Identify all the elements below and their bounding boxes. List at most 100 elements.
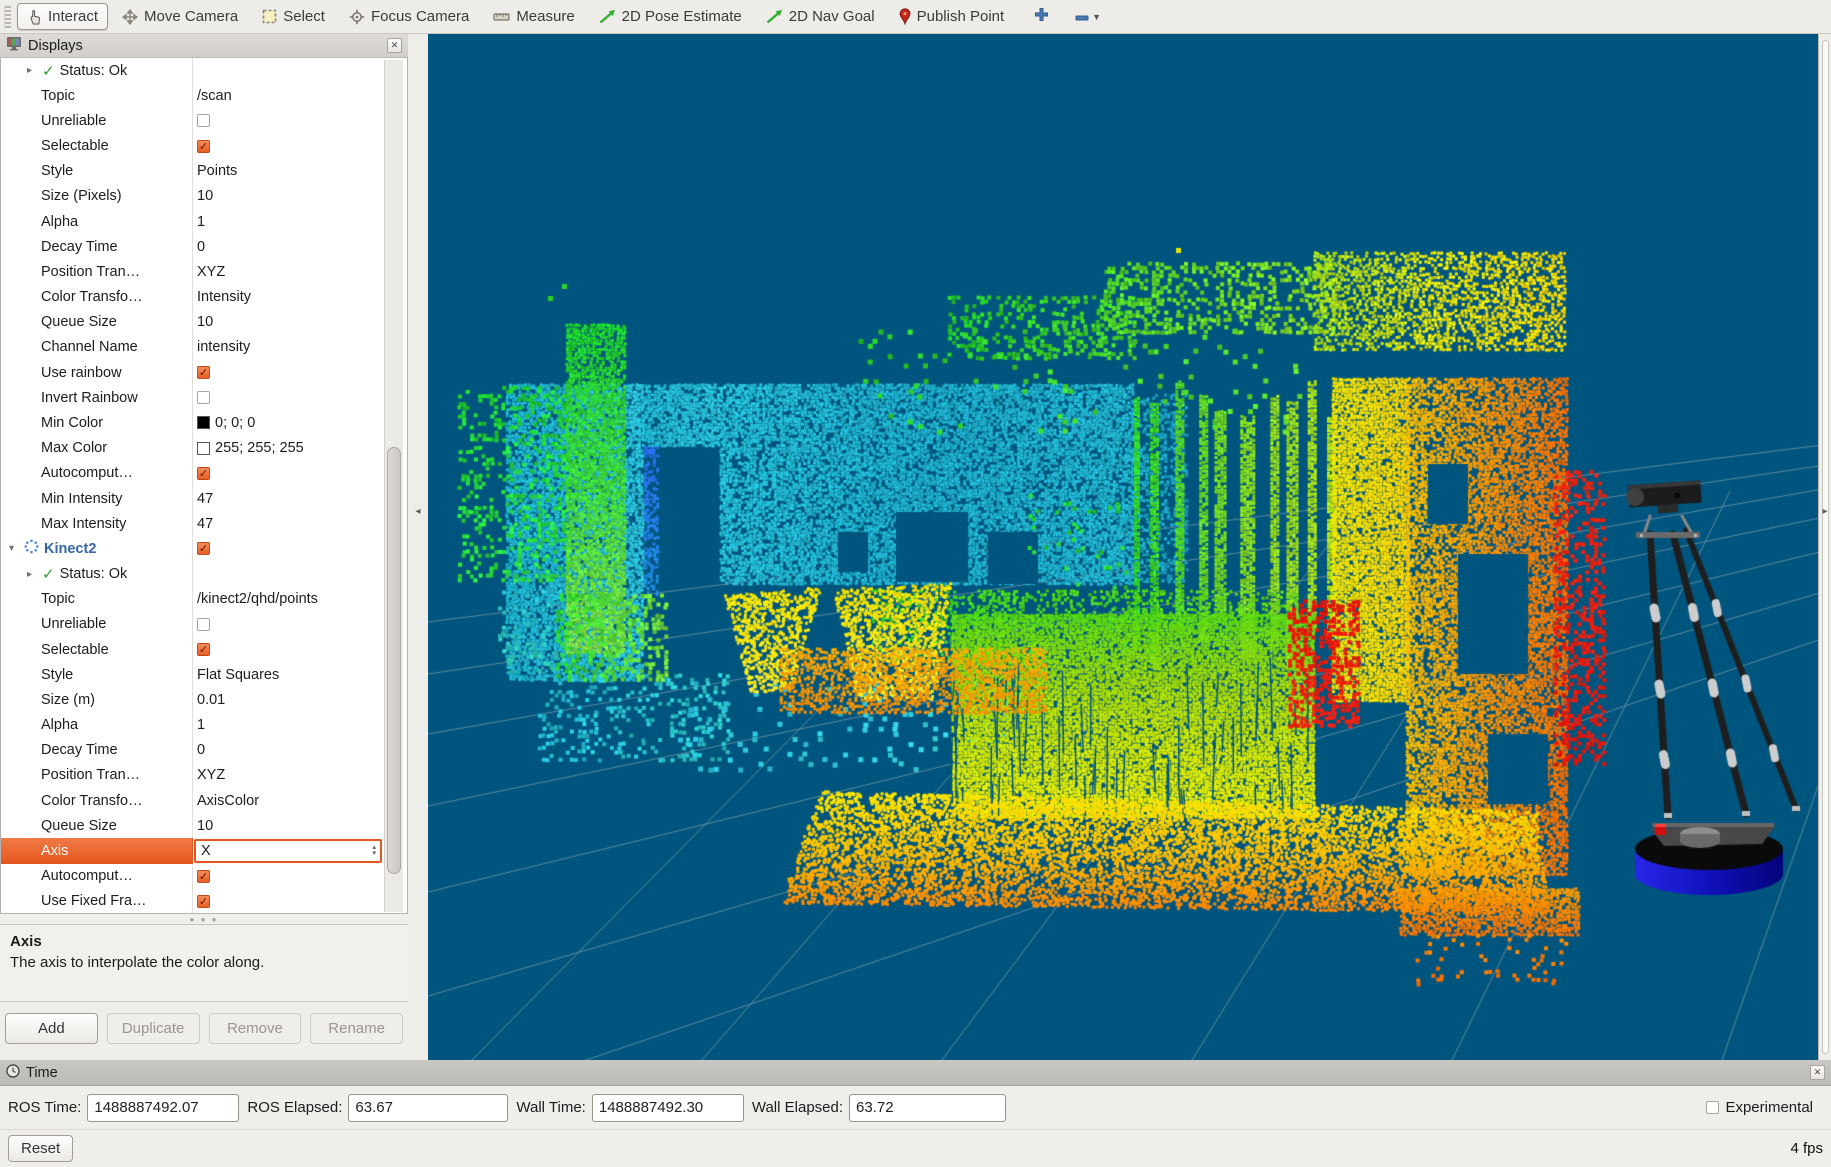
wall-elapsed-input[interactable] [849,1094,1006,1122]
property-label: Decay Time [41,742,118,758]
property-row-kinect2[interactable]: ▾Kinect2✓ [1,536,384,561]
property-row-topic[interactable]: Topic/kinect2/qhd/points [1,587,384,612]
property-value: /scan [197,88,232,104]
tool-move-camera[interactable]: Move Camera [112,3,248,30]
displays-panel-header[interactable]: Displays ✕ [0,34,408,58]
close-icon[interactable]: ✕ [387,38,402,53]
property-label: Autocomput… [41,868,133,884]
move-icon [122,9,138,25]
property-row-selectable[interactable]: Selectable ✓ [1,134,384,159]
property-row-style[interactable]: StyleFlat Squares [1,662,384,687]
property-row-unreliable[interactable]: Unreliable [1,108,384,133]
experimental-checkbox[interactable] [1706,1101,1719,1114]
property-row-position-tran[interactable]: Position Tran…XYZ [1,259,384,284]
property-row-min-color[interactable]: Min Color0; 0; 0 [1,410,384,435]
pin-icon [899,8,911,25]
panel-splitter-handle[interactable]: ● ● ● [0,914,408,924]
expander-right-icon[interactable]: ▸ [27,569,37,580]
property-label: Selectable [41,138,109,154]
property-value: 10 [197,188,213,204]
3d-viewport[interactable] [428,34,1818,1060]
color-swatch[interactable] [197,416,210,429]
ros-time-input[interactable] [87,1094,239,1122]
property-row-axis[interactable]: AxisX▴▾ [1,838,384,863]
axis-combo[interactable]: X▴▾ [194,839,382,862]
tool-2d-nav-goal[interactable]: 2D Nav Goal [756,3,885,30]
expander-right-icon[interactable]: ▸ [27,65,37,76]
right-viewport-splitter[interactable]: ▸ [1818,34,1831,1060]
property-row-size-m[interactable]: Size (m)0.01 [1,687,384,712]
tool-measure[interactable]: Measure [483,3,584,30]
wall-time-input[interactable] [592,1094,744,1122]
checkbox-unchecked[interactable] [197,618,210,631]
checkbox-checked[interactable]: ✓ [197,467,210,480]
add-tool-button[interactable] [1028,3,1055,31]
tool-select[interactable]: Select [252,3,335,30]
checkbox-checked[interactable]: ✓ [197,870,210,883]
checkbox-checked[interactable]: ✓ [197,140,210,153]
plus-icon [1034,7,1049,27]
tool-focus-camera[interactable]: Focus Camera [339,3,479,30]
left-viewport-splitter[interactable]: ◂ [408,34,428,1060]
remove-button[interactable]: Remove [209,1013,302,1044]
property-row-alpha[interactable]: Alpha1 [1,209,384,234]
property-row-queue-size[interactable]: Queue Size10 [1,310,384,335]
property-row-use-rainbow[interactable]: Use rainbow✓ [1,360,384,385]
checkbox-checked[interactable]: ✓ [197,542,210,555]
ros-elapsed-input[interactable] [348,1094,508,1122]
tool-label: Focus Camera [371,8,469,25]
property-row-autocomput[interactable]: Autocomput… ✓ [1,864,384,889]
property-row-position-tran[interactable]: Position Tran…XYZ [1,763,384,788]
property-row-decay-time[interactable]: Decay Time0 [1,234,384,259]
property-row-status-ok[interactable]: ▸✓Status: Ok [1,58,384,83]
property-row-channel-name[interactable]: Channel Nameintensity [1,335,384,360]
property-row-alpha[interactable]: Alpha1 [1,712,384,737]
property-row-topic[interactable]: Topic/scan [1,83,384,108]
property-row-style[interactable]: StylePoints [1,159,384,184]
reset-button[interactable]: Reset [8,1135,73,1162]
duplicate-button[interactable]: Duplicate [107,1013,200,1044]
time-panel-header[interactable]: Time ✕ [0,1060,1831,1086]
checkbox-checked[interactable]: ✓ [197,366,210,379]
checkbox-checked[interactable]: ✓ [197,643,210,656]
property-row-color-transfo[interactable]: Color Transfo…Intensity [1,285,384,310]
property-row-use-fixed-fra[interactable]: Use Fixed Fra…✓ [1,889,384,914]
close-icon[interactable]: ✕ [1810,1065,1825,1080]
property-value: 255; 255; 255 [215,440,304,456]
checkbox-unchecked[interactable] [197,391,210,404]
tree-scrollbar[interactable] [384,60,403,912]
toolbar-grip[interactable] [4,6,11,28]
property-row-max-color[interactable]: Max Color255; 255; 255 [1,436,384,461]
property-row-selectable[interactable]: Selectable✓ [1,637,384,662]
property-row-autocomput[interactable]: Autocomput…✓ [1,461,384,486]
property-row-size-pixels[interactable]: Size (Pixels)10 [1,184,384,209]
rename-button[interactable]: Rename [310,1013,403,1044]
scrollbar-thumb[interactable] [387,447,401,874]
tool-publish-point[interactable]: Publish Point [889,3,1015,30]
property-row-status-ok[interactable]: ▸✓Status: Ok [1,561,384,586]
property-row-queue-size[interactable]: Queue Size10 [1,813,384,838]
field-label: ROS Time: [8,1099,81,1116]
color-swatch[interactable] [197,442,210,455]
property-row-decay-time[interactable]: Decay Time0 [1,738,384,763]
property-row-unreliable[interactable]: Unreliable [1,612,384,637]
property-row-invert-rainbow[interactable]: Invert Rainbow [1,385,384,410]
checkbox-unchecked[interactable] [197,114,210,127]
property-row-color-transfo[interactable]: Color Transfo…AxisColor [1,788,384,813]
checkbox-checked[interactable]: ✓ [197,895,210,908]
property-label: Style [41,163,73,179]
collapse-left-icon[interactable]: ◂ [415,506,420,517]
spinner-icons[interactable]: ▴▾ [372,845,380,857]
expander-down-icon[interactable]: ▾ [9,543,19,554]
collapse-right-icon[interactable]: ▸ [1822,506,1827,517]
tool-interact[interactable]: Interact [17,3,108,30]
tool-2d-pose-estimate[interactable]: 2D Pose Estimate [589,3,752,30]
add-button[interactable]: Add [5,1013,98,1044]
time-field-ros-time: ROS Time: [8,1094,239,1122]
property-value: XYZ [197,767,225,783]
property-row-max-intensity[interactable]: Max Intensity47 [1,511,384,536]
property-row-min-intensity[interactable]: Min Intensity47 [1,486,384,511]
remove-tool-button[interactable]: ▼ [1069,4,1107,30]
property-label: Color Transfo… [41,793,143,809]
hand-icon [27,9,42,25]
